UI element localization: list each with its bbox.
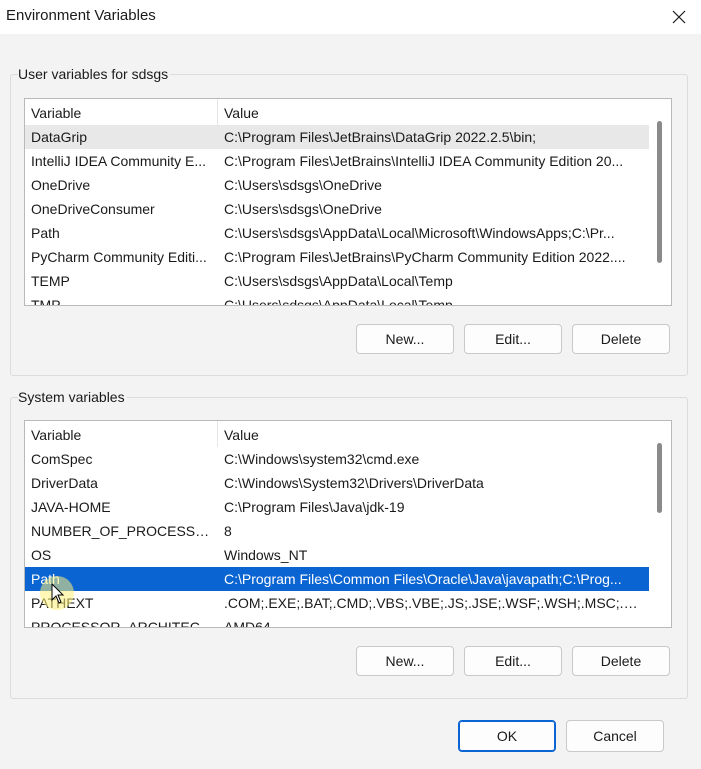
variable-name-cell: PyCharm Community Editi... (31, 249, 207, 265)
variable-value-cell: C:\Users\sdsgs\AppData\Local\Temp (224, 297, 453, 306)
variable-value-cell: C:\Users\sdsgs\AppData\Local\Temp (224, 273, 453, 289)
close-button[interactable] (656, 0, 701, 34)
variable-value-cell: C:\Users\sdsgs\AppData\Local\Microsoft\W… (224, 225, 615, 241)
variable-name-cell: Path (31, 225, 60, 241)
table-row[interactable]: JAVA-HOME C:\Program Files\Java\jdk-19 (25, 495, 649, 519)
variable-name-cell: NUMBER_OF_PROCESSORS (31, 523, 215, 539)
table-row[interactable]: IntelliJ IDEA Community E... C:\Program F… (25, 149, 649, 173)
scrollbar-thumb[interactable] (657, 121, 662, 263)
column-separator[interactable] (217, 421, 218, 447)
close-icon (672, 10, 685, 24)
user-list-scrollbar[interactable] (649, 99, 671, 305)
variable-value-cell: 8 (224, 523, 232, 539)
window-title: Environment Variables (6, 7, 156, 24)
column-header-value[interactable]: Value (224, 105, 259, 121)
table-row[interactable]: PROCESSOR_ARCHITECTU... AMD64 (25, 615, 649, 628)
table-row[interactable]: Path C:\Users\sdsgs\AppData\Local\Microso… (25, 221, 649, 245)
table-row[interactable]: OneDriveConsumer C:\Users\sdsgs\OneDrive (25, 197, 649, 221)
table-row[interactable]: PyCharm Community Editi... C:\Program Fil… (25, 245, 649, 269)
variable-value-cell: C:\Users\sdsgs\OneDrive (224, 201, 382, 217)
user-variables-list[interactable]: Variable Value DataGrip C:\Program Files\… (24, 98, 672, 306)
user-variables-rows: DataGrip C:\Program Files\JetBrains\DataG… (25, 125, 649, 306)
variable-name-cell: IntelliJ IDEA Community E... (31, 153, 207, 169)
title-bar: Environment Variables (0, 0, 701, 34)
table-row[interactable]: TMP C:\Users\sdsgs\AppData\Local\Temp (25, 293, 649, 306)
table-row[interactable]: DriverData C:\Windows\System32\Drivers\Dr… (25, 471, 649, 495)
variable-name-cell: PROCESSOR_ARCHITECTU... (31, 619, 215, 628)
mouse-pointer-icon (51, 583, 65, 604)
cancel-button[interactable]: Cancel (566, 720, 664, 752)
user-delete-button[interactable]: Delete (572, 324, 670, 354)
table-row[interactable]: PathC:\Program Files\Common Files\Oracle… (25, 567, 649, 591)
variable-name-cell: TEMP (31, 273, 70, 289)
system-new-button[interactable]: New... (356, 646, 454, 676)
system-variables-label: System variables (18, 389, 127, 405)
table-row[interactable]: TEMP C:\Users\sdsgs\AppData\Local\Temp (25, 269, 649, 293)
table-row[interactable]: OS Windows_NT (25, 543, 649, 567)
system-variables-list[interactable]: Variable Value ComSpec C:\Windows\system3… (24, 420, 672, 628)
variable-value-cell: Windows_NT (224, 547, 308, 563)
variable-value-cell: AMD64 (224, 619, 271, 628)
variable-name-cell: DataGrip (31, 129, 88, 145)
variable-name-cell: ComSpec (31, 451, 93, 467)
environment-variables-dialog: Environment Variables User variables for… (0, 0, 701, 769)
user-variables-label: User variables for sdsgs (18, 66, 171, 82)
variable-name-cell: OneDriveConsumer (31, 201, 155, 217)
system-list-scrollbar[interactable] (649, 421, 671, 627)
variable-value-cell: C:\Users\sdsgs\OneDrive (224, 177, 382, 193)
column-header-variable[interactable]: Variable (31, 105, 81, 121)
variable-value-cell: C:\Program Files\JetBrains\DataGrip 2022… (224, 129, 537, 145)
table-row[interactable]: DataGrip C:\Program Files\JetBrains\DataG… (25, 125, 649, 149)
system-edit-button[interactable]: Edit... (464, 646, 562, 676)
system-variables-rows: ComSpec C:\Windows\system32\cmd.exe Driver… (25, 447, 649, 628)
system-delete-button[interactable]: Delete (572, 646, 670, 676)
variable-value-cell: C:\Windows\system32\cmd.exe (224, 451, 420, 467)
variable-value-cell: C:\Windows\System32\Drivers\DriverData (224, 475, 484, 491)
variable-value-cell: C:\Program Files\Common Files\Oracle\Jav… (224, 571, 622, 587)
variable-name-cell: DriverData (31, 475, 98, 491)
variable-value-cell: C:\Program Files\JetBrains\IntelliJ IDEA… (224, 153, 624, 169)
table-row[interactable]: NUMBER_OF_PROCESSORS 8 (25, 519, 649, 543)
variable-value-cell: .COM;.EXE;.BAT;.CMD;.VBS;.VBE;.JS;.JSE;.… (224, 595, 644, 611)
column-separator[interactable] (217, 99, 218, 125)
user-new-button[interactable]: New... (356, 324, 454, 354)
variable-name-cell: OneDrive (31, 177, 91, 193)
table-row[interactable]: ComSpec C:\Windows\system32\cmd.exe (25, 447, 649, 471)
ok-button[interactable]: OK (458, 720, 556, 752)
column-header-variable[interactable]: Variable (31, 427, 81, 443)
column-header-value[interactable]: Value (224, 427, 259, 443)
table-row[interactable]: PATHEXT.COM;.EXE;.BAT;.CMD;.VBS;.VBE;.JS… (25, 591, 649, 615)
user-edit-button[interactable]: Edit... (464, 324, 562, 354)
variable-value-cell: C:\Program Files\JetBrains\PyCharm Commu… (224, 249, 626, 265)
variable-value-cell: C:\Program Files\Java\jdk-19 (224, 499, 405, 515)
scrollbar-thumb[interactable] (657, 443, 662, 513)
list-header: Variable Value (25, 99, 649, 125)
list-header: Variable Value (25, 421, 649, 447)
variable-name-cell: JAVA-HOME (31, 499, 111, 515)
variable-name-cell: OS (31, 547, 52, 563)
variable-name-cell: TMP (31, 297, 61, 306)
table-row[interactable]: OneDrive C:\Users\sdsgs\OneDrive (25, 173, 649, 197)
